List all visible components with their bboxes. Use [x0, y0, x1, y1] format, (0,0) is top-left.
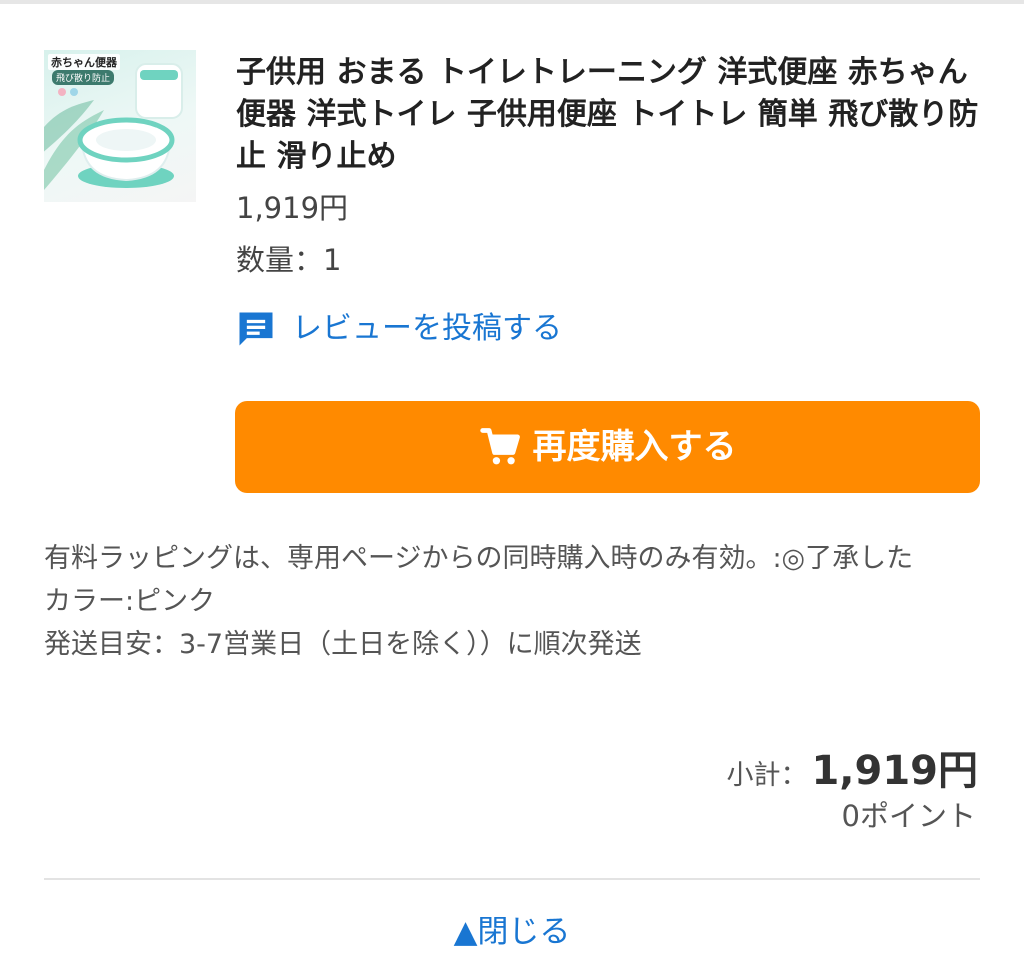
- subtotal-value: 1,919円: [811, 748, 978, 794]
- option-color: カラー:ピンク: [44, 586, 216, 617]
- product-thumbnail[interactable]: 赤ちゃん便器 飛び散り防止: [44, 50, 196, 202]
- comment-icon: [239, 312, 273, 346]
- image-badge: 赤ちゃん便器: [48, 54, 120, 70]
- section-divider: [44, 878, 980, 880]
- option-shipping: 発送目安：3-7営業日（土日を除く））に順次発送: [44, 629, 642, 660]
- product-price: 1,919円: [236, 191, 349, 225]
- order-options: 有料ラッピングは、専用ページからの同時購入時のみ有効。:◎了承した カラー:ピン…: [44, 537, 984, 666]
- points-earned: 0ポイント: [841, 799, 976, 833]
- product-title[interactable]: 子供用 おまる トイレトレーニング 洋式便座 赤ちゃん便器 洋式トイレ 子供用便…: [236, 52, 996, 178]
- write-review-label: レビューを投稿する: [292, 311, 562, 346]
- subtotal: 小計： 1,919円: [726, 738, 978, 796]
- top-divider: [0, 0, 1024, 4]
- rebuy-label: 再度購入する: [532, 427, 737, 467]
- close-label: ▲閉じる: [453, 914, 571, 950]
- write-review-link[interactable]: レビューを投稿する: [234, 306, 562, 352]
- product-quantity: 数量：1: [236, 243, 342, 277]
- option-wrapping: 有料ラッピングは、専用ページからの同時購入時のみ有効。:◎了承した: [44, 543, 914, 574]
- close-details-link[interactable]: ▲閉じる: [0, 910, 1024, 954]
- subtotal-label: 小計：: [726, 760, 808, 791]
- rebuy-button[interactable]: 再度購入する: [235, 401, 980, 493]
- image-badge-sub: 飛び散り防止: [52, 70, 115, 85]
- cart-icon: [479, 428, 520, 465]
